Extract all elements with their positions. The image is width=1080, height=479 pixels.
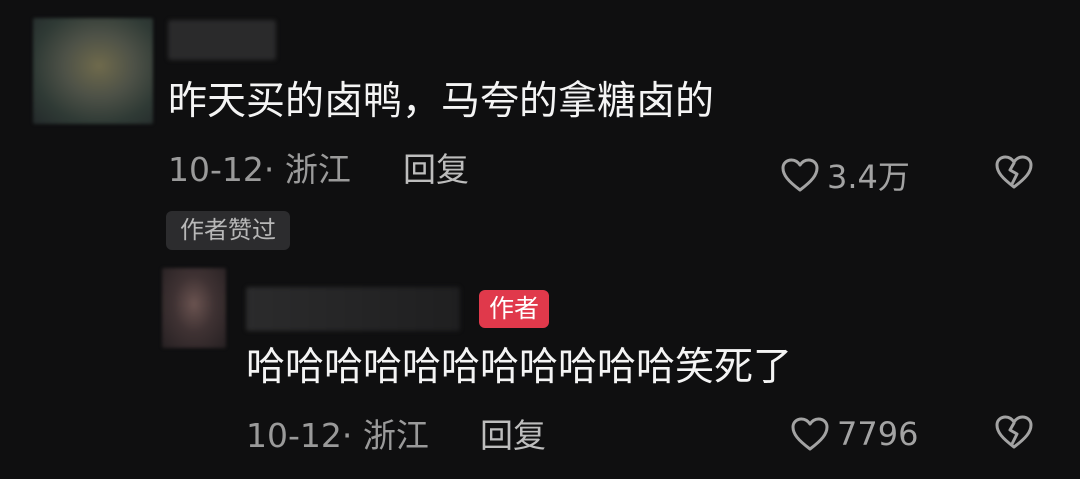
comment-text: 昨天买的卤鸭，马夸的拿糖卤的 <box>168 79 715 124</box>
comment-date-location: 10-12· 浙江 <box>168 150 351 189</box>
reply-avatar[interactable] <box>162 268 226 348</box>
reply-reply-button[interactable]: 回复 <box>480 419 546 452</box>
heart-outline-icon <box>791 417 829 451</box>
reply-text: 哈哈哈哈哈哈哈哈哈哈哈笑死了 <box>246 345 793 390</box>
reply-name-blurred[interactable] <box>246 287 460 331</box>
reply-like-count: 7796 <box>837 415 919 453</box>
reply-date-location: 10-12· 浙江 <box>246 416 429 455</box>
comment-reply-button[interactable]: 回复 <box>403 153 469 186</box>
commenter-name-blurred[interactable] <box>168 20 276 60</box>
comment-like-button[interactable]: 3.4万 <box>780 152 910 198</box>
broken-heart-icon[interactable] <box>994 154 1034 190</box>
broken-heart-icon[interactable] <box>994 414 1034 450</box>
comment-like-count: 3.4万 <box>827 158 910 196</box>
reply-like-button[interactable]: 7796 <box>790 415 918 453</box>
author-liked-badge: 作者赞过 <box>166 211 290 250</box>
commenter-avatar[interactable] <box>33 18 153 124</box>
heart-outline-icon <box>781 158 819 192</box>
author-badge: 作者 <box>479 290 550 328</box>
